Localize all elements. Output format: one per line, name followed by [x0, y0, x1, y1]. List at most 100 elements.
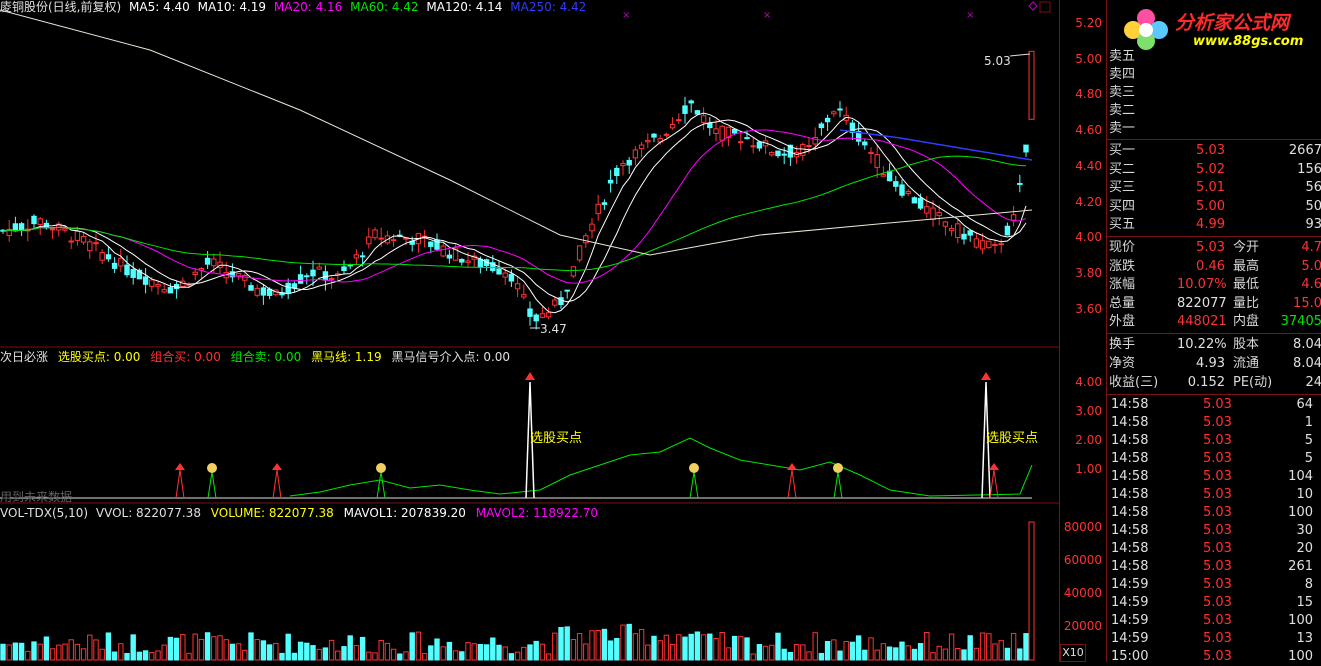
- tick-row[interactable]: 14:59 5.03 100: [1107, 612, 1321, 630]
- volume-unit-badge[interactable]: X10: [1060, 644, 1086, 662]
- buy-level-price: 4.99: [1196, 217, 1225, 232]
- tick-row[interactable]: 15:00 5.03 100: [1107, 648, 1321, 666]
- candle-body: [979, 240, 986, 250]
- stat2-row: 净资 4.93 流通 8.04: [1107, 355, 1321, 373]
- buy-level-label: 买四: [1109, 198, 1136, 214]
- ma120-line: [0, 9, 1033, 256]
- tick-row[interactable]: 14:58 5.03 10: [1107, 486, 1321, 504]
- sell-level-row[interactable]: 卖二: [1107, 102, 1321, 120]
- sell-level-row[interactable]: 卖一: [1107, 120, 1321, 138]
- volume-bar: [260, 640, 267, 661]
- volume-bar: [490, 637, 496, 661]
- stat-row: 涨幅 10.07% 最低 4.6: [1107, 276, 1321, 294]
- buy-level-row[interactable]: 买二 5.02 156: [1107, 161, 1321, 179]
- tick-row[interactable]: 14:58 5.03 20: [1107, 540, 1321, 558]
- volume-bar: [99, 648, 105, 661]
- volume-bar: [446, 641, 453, 661]
- candle-body: [211, 258, 217, 267]
- volume-bar: [465, 642, 471, 661]
- candle-body: [1017, 182, 1023, 185]
- candle-body: [254, 287, 260, 296]
- volume-bar: [707, 633, 713, 661]
- stat-row: 总量 822077 量比 15.0: [1107, 295, 1321, 313]
- stat2-value: 0.152: [1187, 375, 1225, 390]
- tick-row[interactable]: 14:58 5.03 5: [1107, 450, 1321, 468]
- buy-level-row[interactable]: 买一 5.03 2667: [1107, 142, 1321, 160]
- tick-price: 5.03: [1203, 397, 1232, 412]
- indicator-buy-point: 选股买点: 0.00: [57, 350, 141, 364]
- site-logo[interactable]: 分析家公式网 www.88gs.com: [1121, 4, 1321, 54]
- candle-body: [576, 245, 583, 261]
- tick-row[interactable]: 14:58 5.03 5: [1107, 432, 1321, 450]
- candle-body: [893, 181, 899, 187]
- indicator-name: 次日必涨: [0, 350, 49, 364]
- tick-row[interactable]: 14:58 5.03 100: [1107, 504, 1321, 522]
- candle-body: [378, 237, 384, 240]
- indicator-tick-label: 4.00: [1075, 375, 1102, 389]
- tick-row[interactable]: 14:59 5.03 8: [1107, 576, 1321, 594]
- tick-price: 5.03: [1203, 631, 1232, 646]
- tick-row[interactable]: 14:58 5.03 1: [1107, 414, 1321, 432]
- buy-arrow-icon: [981, 372, 991, 380]
- tick-row[interactable]: 14:59 5.03 13: [1107, 630, 1321, 648]
- volume-bar: [372, 652, 378, 661]
- candle-body: [74, 230, 81, 241]
- stat-row: 涨跌 0.46 最高 5.0: [1107, 258, 1321, 276]
- sell-level-row[interactable]: 卖三: [1107, 84, 1321, 102]
- volume-bar: [862, 649, 868, 661]
- candle-body: [192, 271, 198, 276]
- buy-level-row[interactable]: 买三 5.01 56: [1107, 179, 1321, 197]
- price-tick-label: 3.80: [1075, 265, 1102, 280]
- chart-canvas[interactable]: × × ×: [0, 0, 1060, 662]
- tick-row[interactable]: 14:58 5.03 64: [1107, 396, 1321, 414]
- volume-bar: [806, 651, 812, 661]
- tick-row[interactable]: 14:58 5.03 104: [1107, 468, 1321, 486]
- candle-body: [924, 206, 930, 214]
- volume-bar: [74, 643, 81, 661]
- sell-level-row[interactable]: 卖四: [1107, 66, 1321, 84]
- sell-level-row[interactable]: 卖五: [1107, 48, 1321, 66]
- tick-volume: 13: [1296, 631, 1313, 646]
- volume-bar: [49, 648, 56, 661]
- volume-bar: [607, 640, 614, 661]
- volume-bar: [899, 641, 905, 661]
- volume-bar: [266, 644, 273, 661]
- candle-body: [942, 221, 949, 227]
- volume-bar: [279, 652, 285, 661]
- candle-body: [731, 128, 738, 134]
- combo-sell-spike: [833, 471, 843, 499]
- buy-level-row[interactable]: 买五 4.99 93: [1107, 216, 1321, 234]
- buy-point-label-1: 选股买点: [530, 431, 583, 446]
- volume-bar: [843, 641, 849, 661]
- volume-bar: [769, 644, 775, 661]
- tick-row[interactable]: 14:58 5.03 30: [1107, 522, 1321, 540]
- stat-label: 现价: [1109, 240, 1136, 255]
- volume-bar: [80, 648, 87, 661]
- candle-body: [496, 268, 502, 275]
- stat-label: 涨幅: [1109, 277, 1136, 293]
- tick-volume: 30: [1296, 523, 1313, 538]
- candle-body: [316, 266, 322, 270]
- volume-bar: [694, 631, 701, 661]
- candle-body: [62, 228, 68, 231]
- buy-level-row[interactable]: 买四 5.00 50: [1107, 198, 1321, 216]
- quote-panel: 分析家公式网 www.88gs.com 卖五 卖四 卖三 卖二 卖一 买一 5.03 266…: [1106, 0, 1321, 664]
- candle-body: [93, 242, 99, 245]
- tick-row[interactable]: 14:59 5.03 15: [1107, 594, 1321, 612]
- candle-body: [738, 141, 744, 144]
- volume-bar: [979, 632, 986, 661]
- candle-body: [955, 223, 961, 239]
- tick-volume: 100: [1288, 649, 1313, 664]
- candle-body: [688, 100, 694, 104]
- kline-chart-area[interactable]: × × × 庱铜股份(日线,前复权) MA5: 4.40 MA10: 4.19 MA…: [0, 0, 1060, 662]
- buy-level-label: 买二: [1109, 161, 1136, 177]
- candle-body: [149, 279, 155, 287]
- candle-body: [552, 299, 558, 306]
- volume-bar: [942, 648, 949, 661]
- buy-level-volume: 93: [1305, 217, 1321, 232]
- candle-body: [626, 159, 632, 166]
- volume-tick-label: 80000: [1063, 520, 1102, 534]
- candle-body: [750, 145, 756, 148]
- last-volume-bar: [1028, 521, 1035, 661]
- tick-row[interactable]: 14:58 5.03 261: [1107, 558, 1321, 576]
